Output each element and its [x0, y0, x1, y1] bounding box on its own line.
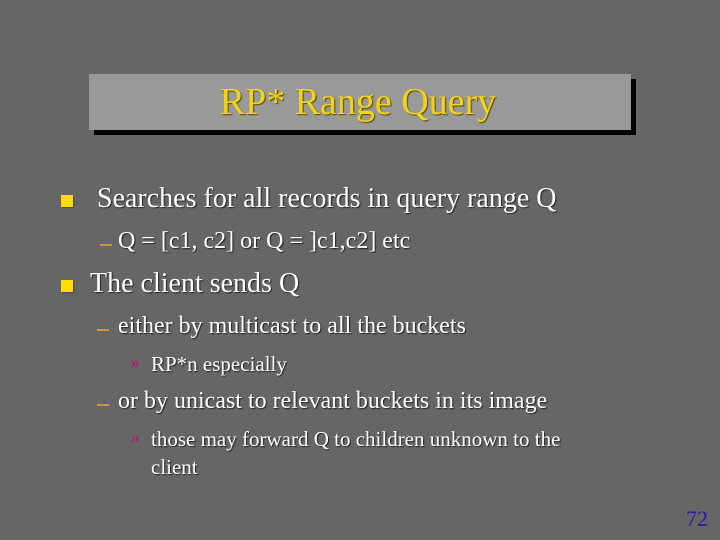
double-chevron-icon: » [131, 352, 140, 372]
dash-bullet-icon [100, 244, 112, 246]
double-chevron-icon: » [131, 427, 140, 447]
bullet-1-1-text: Q = [c1, c2] or Q = ]c1,c2] etc [118, 228, 411, 254]
dash-bullet-icon [97, 329, 109, 331]
square-bullet-icon [61, 195, 73, 207]
bullet-1-text: Searches for all records in query range … [97, 183, 557, 214]
dash-bullet-icon [97, 404, 109, 406]
title-box: RP* Range Query [89, 74, 631, 130]
page-number: 72 [686, 506, 708, 531]
bullet-2-1-text: either by multicast to all the buckets [118, 313, 466, 339]
bullet-2-2-text: or by unicast to relevant buckets in its… [118, 388, 548, 414]
slide-title: RP* Range Query [219, 81, 497, 123]
bullet-2-1-1-text: RP*n especially [151, 352, 287, 376]
bullet-2-text: The client sends Q [90, 268, 300, 299]
bullet-2-2-1-continuation: client [151, 455, 198, 479]
bullet-2-2-1-text: those may forward Q to children unknown … [151, 427, 561, 451]
square-bullet-icon [61, 280, 73, 292]
